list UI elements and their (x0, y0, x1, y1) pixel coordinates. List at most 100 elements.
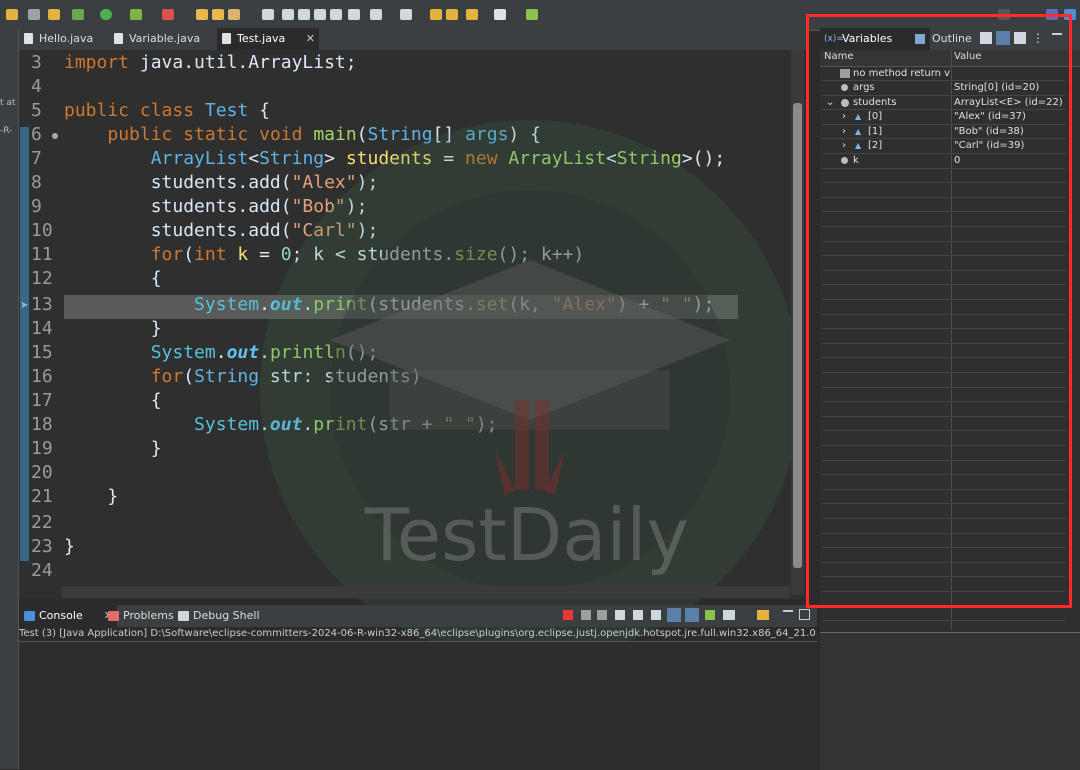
override-marker-icon (52, 133, 58, 139)
nav-left-icon[interactable] (466, 9, 478, 20)
code-editor[interactable]: 3 4 5 6 7 8 9 10 11 12 13 14 15 16 17 18… (19, 50, 807, 599)
tab-label: Test.java (237, 32, 286, 45)
tab-label: Debug Shell (193, 609, 260, 622)
code-line: students.add("Carl"); (64, 220, 379, 241)
debug-icon[interactable] (72, 9, 84, 20)
line-number: 17 (31, 390, 53, 411)
instruction-pointer-icon: ➤ (20, 300, 29, 311)
search-icon[interactable] (262, 9, 274, 20)
run-icon[interactable] (100, 9, 112, 20)
external-tools-icon[interactable] (162, 9, 174, 20)
code-line: { (64, 268, 162, 289)
line-number: 21 (31, 486, 53, 507)
show-on-error-icon[interactable] (685, 608, 699, 622)
left-side-strip: t at -R- (0, 30, 19, 769)
line-number: 18 (31, 414, 53, 435)
build-icon[interactable] (48, 9, 60, 20)
line-number: 14 (31, 318, 53, 339)
code-line: { (64, 390, 162, 411)
tab-debug-shell[interactable]: Debug Shell (173, 605, 289, 627)
tab-label: Hello.java (39, 32, 94, 45)
line-number: 4 (31, 76, 42, 97)
tab-label: Variable.java (129, 32, 201, 45)
remove-launch-icon[interactable] (581, 610, 591, 620)
minimize-icon[interactable] (783, 610, 793, 612)
display-console-icon[interactable] (723, 610, 735, 620)
close-icon[interactable]: ✕ (306, 28, 315, 50)
open-folder-icon[interactable] (196, 9, 208, 20)
line-number: 23 (31, 536, 53, 557)
save-icon[interactable] (6, 9, 18, 20)
line-number: 19 (31, 438, 53, 459)
terminate-icon[interactable] (563, 610, 573, 620)
editor-tab-bar: Hello.java Variable.java Test.java ✕ (19, 28, 807, 50)
line-number-current: 13 (31, 294, 53, 315)
editor-scroll-thumb[interactable] (793, 103, 802, 568)
properties-icon[interactable] (28, 9, 40, 20)
new-folder-icon[interactable] (212, 9, 224, 20)
code-line: students.add("Alex"); (64, 172, 379, 193)
tab-label: Console (39, 609, 83, 622)
console-tab-bar: Console ✕ Problems Debug Shell (19, 605, 817, 627)
toggle-block-icon[interactable] (314, 9, 326, 20)
code-line: public class Test { (64, 100, 270, 121)
toggle-breadcrumb-icon[interactable] (330, 9, 342, 20)
java-file-icon (114, 33, 123, 44)
code-line: } (64, 486, 119, 507)
code-line: ArrayList<String> students = new ArrayLi… (150, 148, 726, 169)
variable-detail-pane[interactable] (820, 632, 1080, 770)
problems-icon (108, 611, 119, 621)
left-fragment: -R- (0, 126, 13, 136)
brush-icon[interactable] (228, 9, 240, 20)
debug-frame-band (20, 127, 29, 561)
line-number: 11 (31, 244, 53, 265)
pilcrow-icon[interactable] (348, 9, 360, 20)
open-console-icon[interactable] (757, 610, 769, 620)
line-number: 9 (31, 196, 42, 217)
annotation-icon[interactable] (298, 9, 310, 20)
line-number: 5 (31, 100, 42, 121)
code-line: } (64, 438, 162, 459)
line-number: 16 (31, 366, 53, 387)
back-icon[interactable] (430, 9, 442, 20)
word-wrap-icon[interactable] (651, 610, 661, 620)
code-line: System.out.println(); (150, 342, 379, 363)
code-line: students.add("Bob"); (64, 196, 368, 217)
left-fragment: t at (0, 98, 16, 108)
code-line: import java.util.ArrayList; (64, 52, 357, 73)
grid-line (822, 620, 1065, 621)
clear-console-icon[interactable] (615, 610, 625, 620)
next-annotation-icon[interactable] (370, 9, 382, 20)
line-number: 22 (31, 512, 53, 533)
code-line: } (64, 536, 75, 557)
pin-console-icon[interactable] (705, 610, 715, 620)
prev-annotation-icon[interactable] (400, 9, 412, 20)
console-launch-path: Test (3) [Java Application] D:\Software\… (19, 628, 817, 639)
code-line: public static void main(String[] args) { (107, 124, 541, 145)
marker-icon[interactable] (282, 9, 294, 20)
coverage-icon[interactable] (130, 9, 142, 20)
code-line: } (64, 318, 162, 339)
scroll-lock-icon[interactable] (633, 610, 643, 620)
code-line-current: System.out.print(students.set(k, "Alex")… (194, 294, 715, 315)
code-line: for(String str: students) (150, 366, 422, 387)
line-number: 3 (31, 52, 42, 73)
tab-test-java[interactable]: Test.java ✕ (217, 28, 319, 50)
java-file-icon (24, 33, 33, 44)
line-number: 20 (31, 462, 53, 483)
tab-hello-java[interactable]: Hello.java (19, 28, 123, 50)
remove-all-icon[interactable] (597, 610, 607, 620)
show-on-output-icon[interactable] (667, 608, 681, 622)
code-line: for(int k = 0; k < students.size(); k++) (150, 244, 585, 265)
code-line: System.out.print(str + " "); (194, 414, 498, 435)
console-icon (24, 611, 35, 621)
maximize-icon[interactable] (799, 609, 810, 620)
nav-right-icon[interactable] (494, 9, 506, 20)
forward-icon[interactable] (446, 9, 458, 20)
highlight-box (806, 14, 1072, 608)
line-number: 8 (31, 172, 42, 193)
editor-horizontal-scrollbar[interactable] (62, 586, 790, 598)
console-output[interactable] (19, 641, 817, 770)
perspective-icon[interactable] (526, 9, 538, 20)
line-number: 24 (31, 560, 53, 581)
